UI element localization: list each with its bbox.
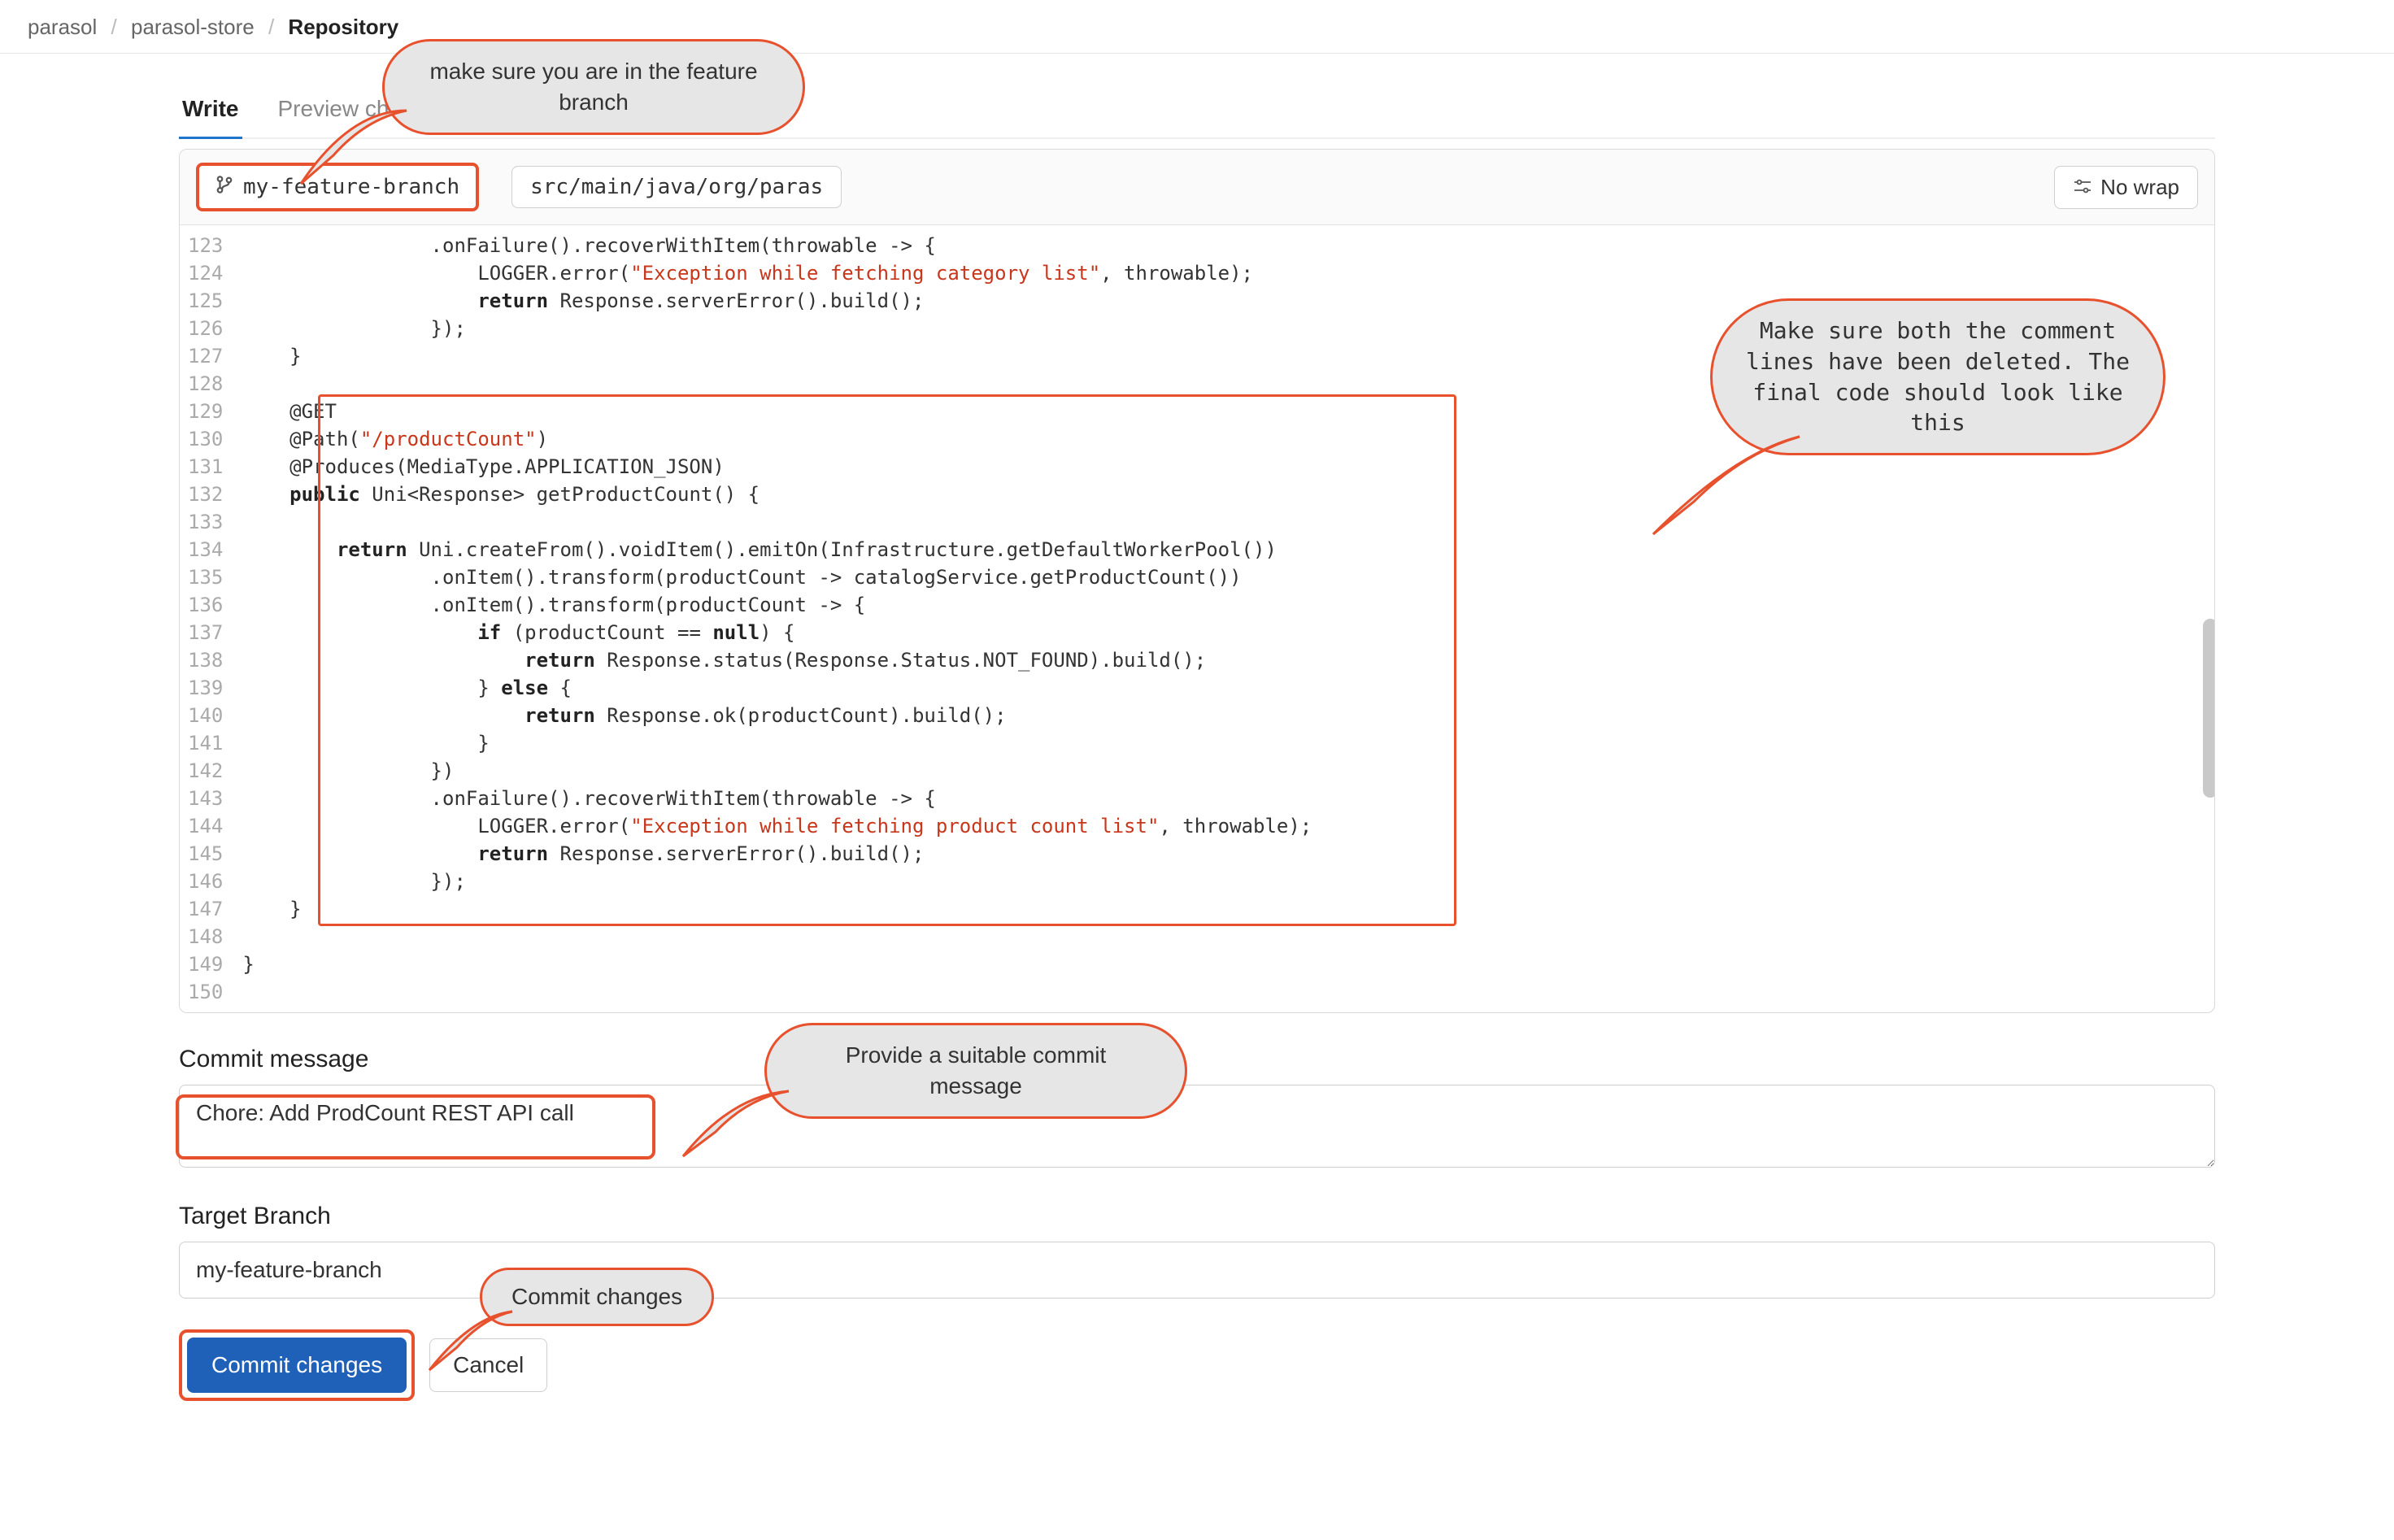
editor-panel: my-feature-branch src/main/java/org/para… (179, 149, 2215, 1013)
line-number-gutter: 1231241251261271281291301311321331341351… (180, 225, 234, 1012)
target-branch-input[interactable] (179, 1242, 2215, 1299)
commit-button-highlight: Commit changes (179, 1329, 415, 1401)
breadcrumb-separator: / (111, 15, 117, 39)
tab-preview[interactable]: Preview chang (275, 96, 431, 137)
branch-selector[interactable]: my-feature-branch (196, 163, 479, 211)
editor-header: my-feature-branch src/main/java/org/para… (180, 150, 2214, 225)
breadcrumb-separator: / (268, 15, 274, 39)
commit-message-input[interactable] (179, 1085, 2215, 1168)
breadcrumb-item[interactable]: parasol (28, 15, 97, 39)
git-branch-icon (215, 174, 233, 200)
tabs: Write Preview chang (179, 86, 2215, 139)
wrap-toggle-label: No wrap (2100, 175, 2179, 200)
tab-write[interactable]: Write (179, 96, 242, 139)
breadcrumb: parasol / parasol-store / Repository (0, 0, 2394, 54)
sliders-icon (2073, 175, 2092, 200)
code-editor[interactable]: 1231241251261271281291301311321331341351… (180, 225, 2214, 1012)
code-content[interactable]: .onFailure().recoverWithItem(throwable -… (234, 225, 2214, 1012)
breadcrumb-current: Repository (288, 15, 398, 39)
branch-name: my-feature-branch (243, 175, 459, 199)
wrap-toggle[interactable]: No wrap (2054, 166, 2198, 209)
editor-scrollbar[interactable] (2203, 619, 2215, 798)
commit-changes-button[interactable]: Commit changes (187, 1338, 407, 1393)
file-path[interactable]: src/main/java/org/paras (511, 166, 842, 208)
breadcrumb-item[interactable]: parasol-store (131, 15, 255, 39)
target-branch-label: Target Branch (179, 1203, 2215, 1230)
cancel-button[interactable]: Cancel (429, 1338, 547, 1392)
commit-message-label: Commit message (179, 1046, 2215, 1073)
